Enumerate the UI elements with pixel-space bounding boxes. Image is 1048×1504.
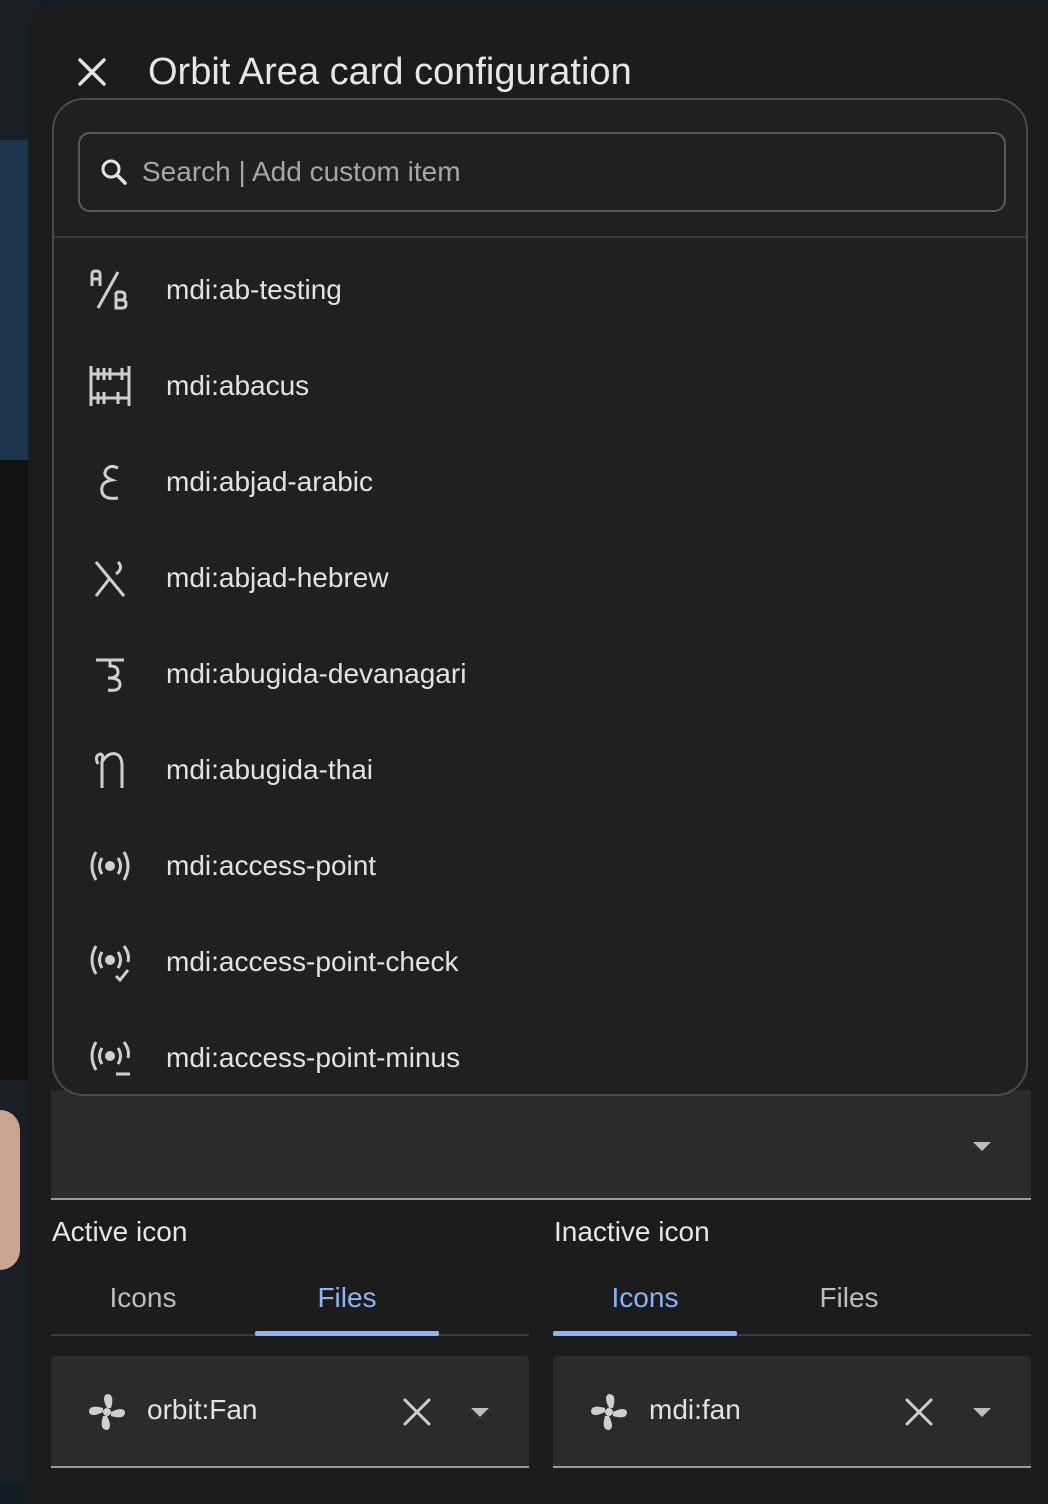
list-item-label: mdi:ab-testing xyxy=(166,274,342,305)
access-point-check-icon xyxy=(88,940,132,984)
clear-button[interactable] xyxy=(397,1392,437,1432)
list-item[interactable]: mdi:abacus xyxy=(54,338,1026,434)
search-icon xyxy=(100,158,128,186)
tab-icons[interactable]: Icons xyxy=(51,1262,235,1334)
list-item[interactable]: mdi:abugida-thai xyxy=(54,722,1026,818)
list-item-label: mdi:abacus xyxy=(166,370,310,401)
inactive-icon-field[interactable]: mdi:fan xyxy=(553,1356,1031,1468)
access-point-minus-icon xyxy=(88,1036,132,1080)
list-item-label: mdi:abugida-devanagari xyxy=(166,658,467,689)
list-item-label: mdi:access-point-check xyxy=(166,946,459,977)
active-icon-label: Active icon xyxy=(52,1216,188,1247)
list-item-label: mdi:access-point-minus xyxy=(166,1042,461,1073)
inactive-icon-tabs: Icons Files xyxy=(553,1262,1031,1336)
list-item[interactable]: mdi:abjad-hebrew xyxy=(54,530,1026,626)
active-icon-tabs: Icons Files xyxy=(51,1262,529,1336)
clear-button[interactable] xyxy=(899,1392,939,1432)
list-item[interactable]: mdi:abjad-arabic xyxy=(54,434,1026,530)
icon-select-field[interactable] xyxy=(51,1090,1031,1200)
close-button[interactable] xyxy=(68,48,116,96)
icon-list: mdi:ab-testing mdi:abacus mdi:abjad-arab… xyxy=(54,242,1026,1094)
search-field[interactable] xyxy=(78,132,1006,212)
divider xyxy=(54,236,1026,238)
dialog-title: Orbit Area card configuration xyxy=(148,51,632,93)
abjad-hebrew-icon xyxy=(88,556,132,600)
icon-picker-popup: mdi:ab-testing mdi:abacus mdi:abjad-arab… xyxy=(52,98,1028,1096)
abacus-icon xyxy=(88,364,132,408)
list-item-label: mdi:access-point xyxy=(166,850,377,881)
ab-testing-icon xyxy=(88,268,132,312)
list-item[interactable]: mdi:ab-testing xyxy=(54,242,1026,338)
list-item-label: mdi:abjad-hebrew xyxy=(166,562,389,593)
close-icon xyxy=(403,1398,431,1426)
fan-icon xyxy=(591,1394,627,1430)
active-icon-field[interactable]: orbit:Fan xyxy=(51,1356,529,1468)
chevron-down-icon[interactable] xyxy=(471,1408,489,1417)
close-icon xyxy=(905,1398,933,1426)
tab-files[interactable]: Files xyxy=(255,1262,439,1336)
tab-files[interactable]: Files xyxy=(757,1262,941,1334)
chevron-down-icon xyxy=(973,1142,991,1151)
list-item[interactable]: mdi:access-point xyxy=(54,818,1026,914)
fan-icon xyxy=(89,1394,125,1430)
inactive-icon-value: mdi:fan xyxy=(649,1394,741,1425)
abugida-thai-icon xyxy=(88,748,132,792)
tab-icons[interactable]: Icons xyxy=(553,1262,737,1336)
list-item-label: mdi:abugida-thai xyxy=(166,754,374,785)
access-point-icon xyxy=(88,844,132,888)
list-item-label: mdi:abjad-arabic xyxy=(166,466,373,497)
close-icon xyxy=(78,58,106,86)
background-avatar xyxy=(0,1110,20,1270)
abugida-devanagari-icon xyxy=(88,652,132,696)
active-icon-value: orbit:Fan xyxy=(147,1394,258,1425)
inactive-icon-label: Inactive icon xyxy=(554,1216,710,1247)
list-item[interactable]: mdi:access-point-minus xyxy=(54,1010,1026,1094)
chevron-down-icon[interactable] xyxy=(973,1408,991,1417)
abjad-arabic-icon xyxy=(88,460,132,504)
list-item[interactable]: mdi:abugida-devanagari xyxy=(54,626,1026,722)
list-item[interactable]: mdi:access-point-check xyxy=(54,914,1026,1010)
search-input[interactable] xyxy=(140,155,1004,189)
